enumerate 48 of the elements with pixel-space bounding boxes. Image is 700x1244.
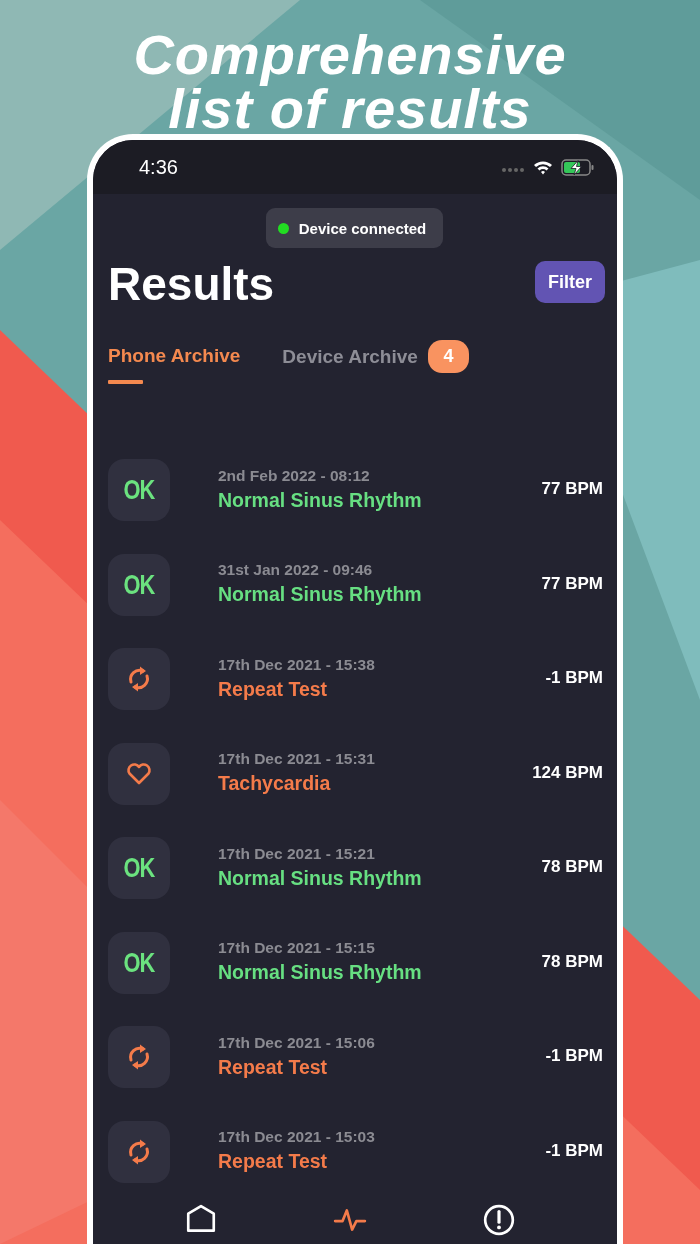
wifi-icon (533, 159, 553, 175)
result-label: Repeat Test (218, 1150, 329, 1174)
result-label: Normal Sinus Rhythm (218, 488, 423, 512)
result-date: 17th Dec 2021 - 15:21 (218, 844, 376, 863)
bpm-value: 78 BPM (541, 857, 603, 878)
result-row[interactable]: OK 31st Jan 2022 - 09:46 Normal Sinus Rhythm 77 BPM (108, 537, 603, 632)
tab-underline (108, 380, 143, 384)
result-date: 17th Dec 2021 - 15:06 (218, 1033, 376, 1052)
count-badge: 4 (427, 340, 469, 373)
signal-icon (501, 167, 525, 173)
archive-tab[interactable]: Phone Archive (108, 340, 241, 372)
result-label: Normal Sinus Rhythm (218, 961, 423, 985)
result-label: Normal Sinus Rhythm (218, 866, 423, 890)
result-label: Normal Sinus Rhythm (218, 583, 423, 607)
filter-button[interactable]: Filter (535, 261, 605, 303)
result-date: 17th Dec 2021 - 15:38 (218, 655, 376, 674)
result-date: 2nd Feb 2022 - 08:12 (218, 466, 371, 485)
bpm-value: 124 BPM (532, 762, 603, 783)
ok-label: OK (123, 946, 155, 979)
result-label: Repeat Test (218, 1055, 329, 1079)
status-time: 4:36 (139, 155, 178, 179)
result-row[interactable]: 17th Dec 2021 - 15:31 Tachycardia 124 BPM (108, 726, 603, 821)
page-title: Results (108, 262, 275, 306)
result-label: Repeat Test (218, 677, 329, 701)
result-label: Tachycardia (218, 772, 332, 796)
result-row[interactable]: OK 2nd Feb 2022 - 08:12 Normal Sinus Rhythm 77 BPM (108, 443, 603, 538)
bpm-value: 78 BPM (541, 951, 603, 972)
result-date: 17th Dec 2021 - 15:15 (218, 939, 376, 958)
result-row[interactable]: OK 17th Dec 2021 - 15:15 Normal Sinus Rhythm 78 BPM (108, 915, 603, 1010)
result-date: 31st Jan 2022 - 09:46 (218, 561, 374, 580)
ok-label: OK (123, 474, 155, 507)
result-row[interactable]: 17th Dec 2021 - 15:06 Repeat Test -1 BPM (108, 1010, 603, 1105)
toast-text: Device connected (298, 219, 427, 237)
bpm-value: -1 BPM (545, 668, 603, 689)
battery-charging-icon (561, 158, 595, 176)
result-row[interactable]: OK 17th Dec 2021 - 15:21 Normal Sinus Rhythm 78 BPM (108, 821, 603, 916)
result-date: 17th Dec 2021 - 15:03 (218, 1128, 376, 1147)
bpm-value: 77 BPM (541, 573, 603, 594)
ok-label: OK (123, 568, 155, 601)
bpm-value: -1 BPM (545, 1046, 603, 1067)
archive-tab[interactable]: Device Archive (282, 340, 418, 373)
alert-icon[interactable] (481, 1203, 516, 1237)
bpm-value: -1 BPM (545, 1140, 603, 1161)
ok-label: OK (123, 852, 155, 885)
bpm-value: 77 BPM (541, 479, 603, 500)
result-row[interactable]: 17th Dec 2021 - 15:03 Repeat Test -1 BPM (108, 1104, 603, 1199)
result-row[interactable]: 17th Dec 2021 - 15:38 Repeat Test -1 BPM (108, 632, 603, 727)
result-date: 17th Dec 2021 - 15:31 (218, 750, 376, 769)
